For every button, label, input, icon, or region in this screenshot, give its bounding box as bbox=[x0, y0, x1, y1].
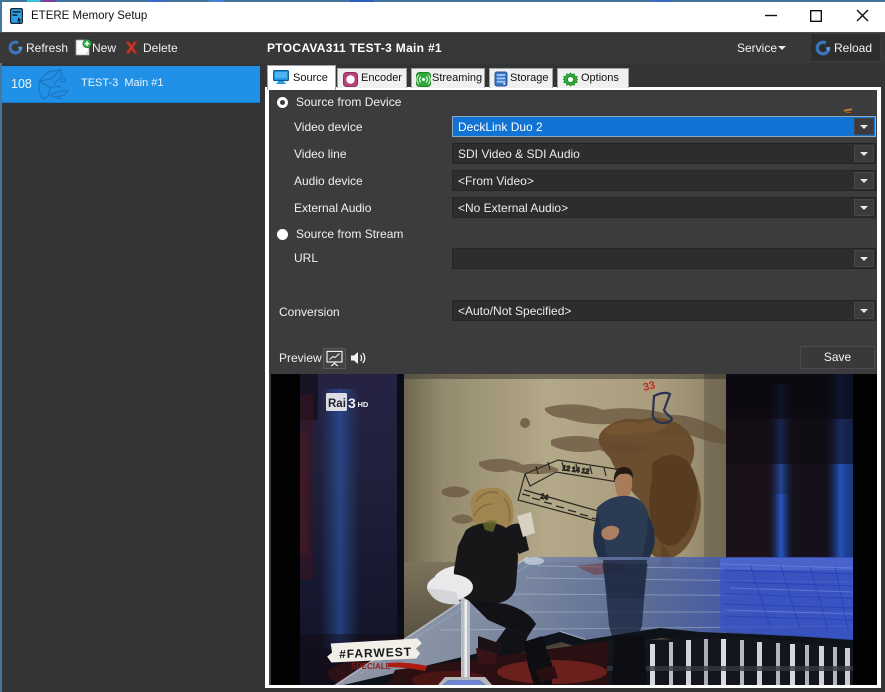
svg-text:Rai: Rai bbox=[328, 398, 346, 410]
svg-text:SPECIALE: SPECIALE bbox=[351, 662, 392, 671]
svg-text:#FARWEST: #FARWEST bbox=[339, 645, 412, 662]
svg-text:3: 3 bbox=[348, 395, 356, 411]
svg-text:HD: HD bbox=[358, 400, 369, 409]
